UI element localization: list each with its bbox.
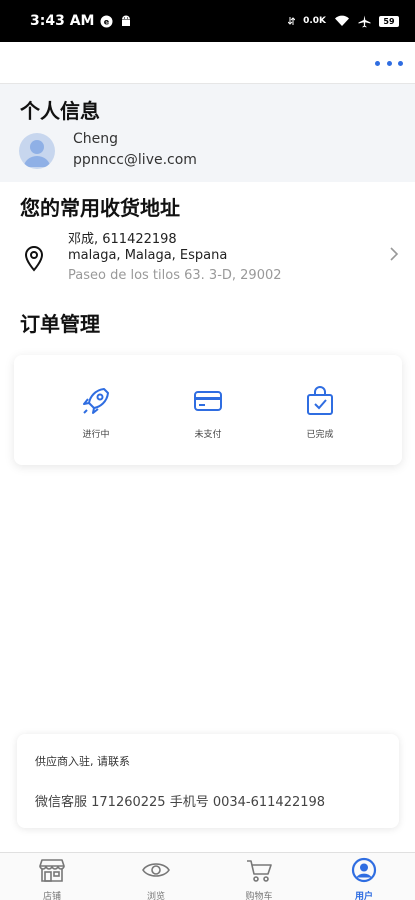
status-left: 3:43 AM e — [30, 13, 133, 29]
user-icon — [349, 857, 379, 887]
nav-store[interactable]: 店铺 — [17, 857, 87, 900]
more-dots-icon — [375, 60, 380, 66]
bottom-navigation: 店铺 浏览 购物车 用户 — [0, 852, 415, 900]
android-icon — [119, 14, 133, 28]
supplier-contact-card: 供应商入驻, 请联系 微信客服 171260225 手机号 0034-61142… — [17, 734, 399, 828]
order-in-progress[interactable]: 进行中 — [56, 385, 136, 445]
rocket-icon — [80, 385, 112, 421]
supplier-title: 供应商入驻, 请联系 — [35, 755, 130, 768]
airplane-icon — [358, 15, 371, 28]
nav-cart-label: 购物车 — [245, 892, 273, 900]
address-section-title: 您的常用收货地址 — [20, 196, 180, 220]
more-options-button[interactable] — [375, 54, 403, 72]
orders-section-title: 订单管理 — [20, 312, 100, 336]
location-pin-icon — [24, 245, 44, 276]
status-bar: 3:43 AM e 0.0K 59 — [0, 0, 415, 42]
order-completed[interactable]: 已完成 — [280, 385, 360, 445]
speed-icon — [288, 16, 296, 26]
order-status-card: 进行中 未支付 已完成 — [14, 355, 402, 465]
order-in-progress-label: 进行中 — [82, 430, 110, 440]
battery-icon: 59 — [379, 15, 399, 27]
wifi-icon — [334, 15, 350, 27]
default-address-row[interactable]: 邓成, 611422198 malaga, Malaga, Espana Pas… — [0, 222, 415, 290]
nav-store-label: 店铺 — [42, 892, 61, 900]
completed-bag-icon — [304, 385, 336, 421]
order-unpaid[interactable]: 未支付 — [168, 385, 248, 445]
avatar-person-icon — [24, 140, 50, 167]
top-bar — [0, 42, 415, 84]
chevron-right-icon — [389, 246, 399, 266]
cart-icon — [244, 857, 274, 887]
address-recipient: 邓成, 611422198 — [68, 232, 177, 247]
network-speed: 0.0K — [303, 16, 326, 26]
status-right: 0.0K 59 — [288, 15, 399, 28]
nav-cart[interactable]: 购物车 — [224, 857, 294, 900]
eye-icon — [141, 857, 171, 887]
profile-section-title: 个人信息 — [20, 99, 100, 123]
store-icon — [37, 857, 67, 887]
svg-text:e: e — [104, 17, 110, 26]
nav-user-label: 用户 — [354, 892, 373, 900]
notification-icon: e — [100, 15, 113, 28]
nav-browse-label: 浏览 — [146, 892, 165, 900]
nav-user[interactable]: 用户 — [329, 857, 399, 900]
supplier-contact-info: 微信客服 171260225 手机号 0034-611422198 — [35, 795, 326, 810]
card-icon — [192, 385, 224, 421]
order-completed-label: 已完成 — [306, 430, 334, 440]
avatar[interactable] — [19, 133, 55, 169]
user-email: ppnncc@live.com — [73, 152, 197, 168]
status-time: 3:43 AM — [30, 13, 95, 29]
user-name: Cheng — [73, 131, 119, 147]
nav-browse[interactable]: 浏览 — [121, 857, 191, 900]
address-street: Paseo de los tilos 63. 3-D, 29002 — [68, 268, 282, 283]
order-unpaid-label: 未支付 — [194, 430, 222, 440]
address-city: malaga, Malaga, Espana — [68, 248, 228, 263]
